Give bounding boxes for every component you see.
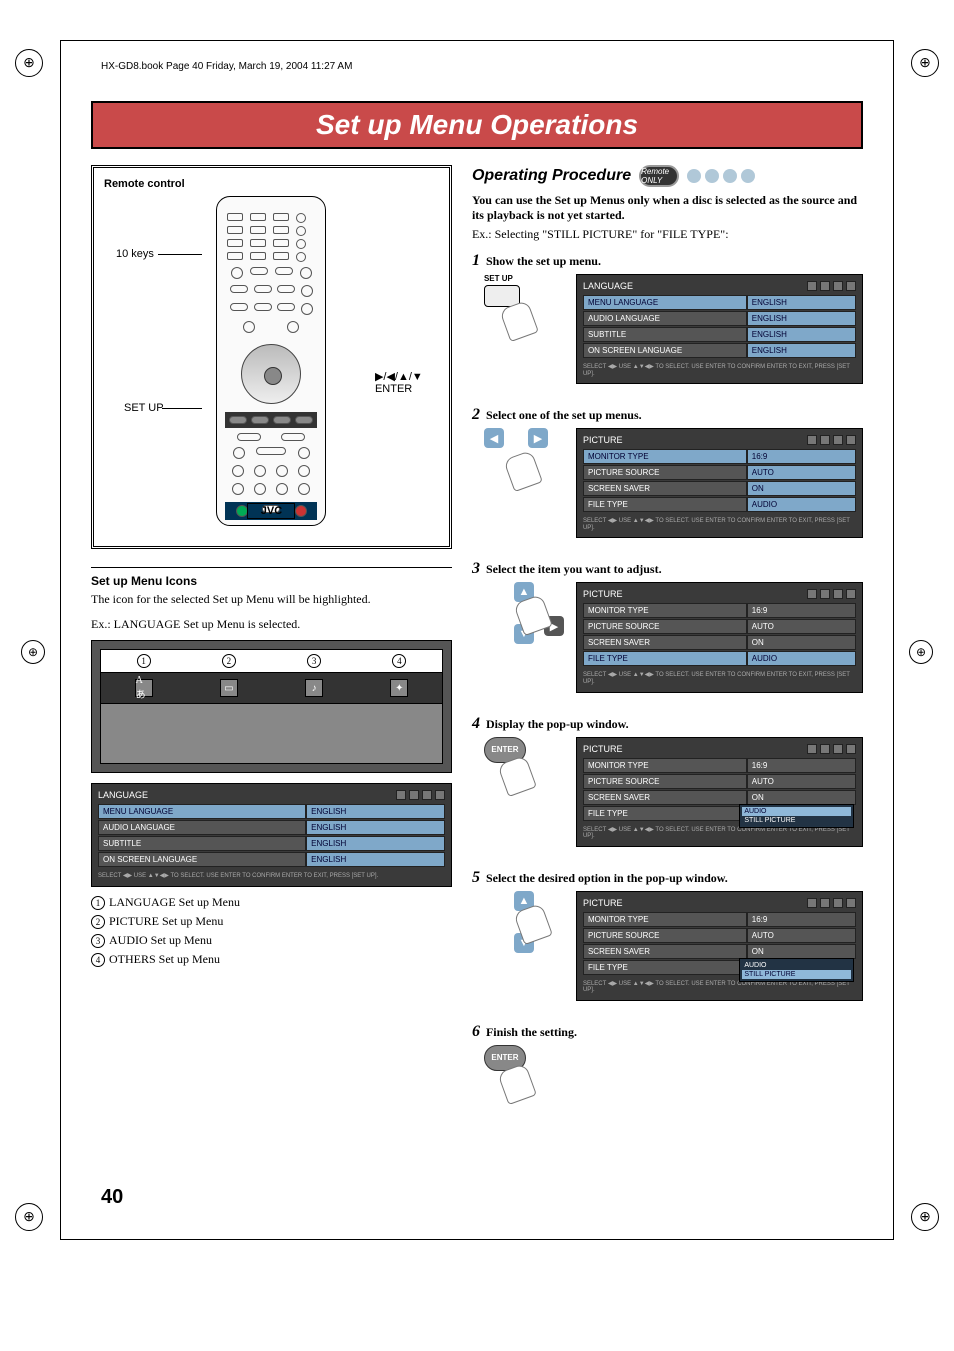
picture-menu-icon	[409, 790, 419, 800]
osd-row-value: ENGLISH	[306, 820, 445, 835]
crop-mark-icon	[21, 640, 45, 664]
intro-text: You can use the Set up Menus only when a…	[472, 193, 863, 223]
left-column: Remote control 10 keys SET UP ▶/◀/▲/▼ EN…	[91, 165, 452, 1129]
press-left-right-diagram: ◀ ▶	[484, 428, 564, 498]
step-title: Display the pop-up window.	[486, 717, 629, 732]
operating-procedure-heading: Operating Procedure	[472, 167, 631, 185]
list-item: 2PICTURE Set up Menu	[91, 914, 452, 929]
press-setup-diagram: SET UP	[484, 274, 564, 344]
press-enter-diagram: ENTER	[484, 1045, 564, 1115]
step-1: 1 Show the set up menu. SET UP LANGUAGE	[472, 252, 863, 392]
list-item: 3AUDIO Set up Menu	[91, 933, 452, 948]
remote-label-setup: SET UP	[124, 402, 164, 414]
step-3: 3 Select the item you want to adjust. ▲ …	[472, 560, 863, 700]
right-column: Operating Procedure Remote ONLY You can …	[472, 165, 863, 1129]
others-menu-icon: ✦	[390, 679, 408, 697]
leader-line	[162, 408, 202, 409]
crop-mark-icon	[15, 1203, 43, 1231]
page-frame: HX-GD8.book Page 40 Friday, March 19, 20…	[60, 40, 894, 1240]
audio-menu-icon: ♪	[305, 679, 323, 697]
step-title: Show the set up menu.	[486, 254, 601, 269]
others-menu-icon	[435, 790, 445, 800]
osd-picture-panel: PICTURE MONITOR TYPE16:9 PICTURE SOURCEA…	[576, 428, 863, 538]
icons-panel: 1 2 3 4 Aあ ▭ ♪ ✦	[91, 640, 452, 773]
osd-popup: AUDIO STILL PICTURE	[739, 804, 854, 828]
chapter-banner: Set up Menu Operations	[91, 101, 863, 149]
decorative-dots	[687, 169, 755, 183]
osd-row-label: ON SCREEN LANGUAGE	[98, 852, 306, 867]
step-number: 4	[472, 715, 480, 733]
osd-row-value: ENGLISH	[306, 852, 445, 867]
osd-row-label: SUBTITLE	[98, 836, 306, 851]
leader-line	[158, 254, 202, 255]
osd-picture-panel-popup: PICTURE MONITOR TYPE16:9 PICTURE SOURCEA…	[576, 891, 863, 1001]
intro-example: Ex.: Selecting "STILL PICTURE" for "FILE…	[472, 227, 863, 242]
remote-illustration-box: Remote control 10 keys SET UP ▶/◀/▲/▼ EN…	[91, 165, 452, 549]
step-5: 5 Select the desired option in the pop-u…	[472, 869, 863, 1009]
brand-logo: JVC	[247, 503, 295, 519]
osd-row-value: ENGLISH	[306, 836, 445, 851]
crop-mark-icon	[911, 49, 939, 77]
crop-mark-icon	[911, 1203, 939, 1231]
book-header: HX-GD8.book Page 40 Friday, March 19, 20…	[101, 61, 352, 72]
osd-language-panel: LANGUAGE MENU LANGUAGEENGLISH AUDIO LANG…	[91, 783, 452, 887]
osd-row-label: AUDIO LANGUAGE	[98, 820, 306, 835]
step-number: 1	[472, 252, 480, 270]
crop-mark-icon	[909, 640, 933, 664]
crop-mark-icon	[15, 49, 43, 77]
step-number: 3	[472, 560, 480, 578]
list-item: 1LANGUAGE Set up Menu	[91, 895, 452, 910]
icons-section-desc: The icon for the selected Set up Menu wi…	[91, 592, 452, 607]
arrow-left-icon: ◀	[484, 428, 504, 448]
step-4: 4 Display the pop-up window. ENTER PICTU…	[472, 715, 863, 855]
osd-picture-panel-popup: PICTURE MONITOR TYPE16:9 PICTURE SOURCEA…	[576, 737, 863, 847]
step-2: 2 Select one of the set up menus. ◀ ▶	[472, 406, 863, 546]
step-title: Select one of the set up menus.	[486, 408, 642, 423]
osd-language-panel: LANGUAGE MENU LANGUAGEENGLISH AUDIO LANG…	[576, 274, 863, 384]
icons-section-example: Ex.: LANGUAGE Set up Menu is selected.	[91, 617, 452, 632]
language-menu-icon	[396, 790, 406, 800]
chapter-title: Set up Menu Operations	[316, 109, 638, 140]
list-item: 4OTHERS Set up Menu	[91, 952, 452, 967]
osd-title: LANGUAGE	[98, 790, 148, 800]
audio-menu-icon	[422, 790, 432, 800]
finger-icon	[503, 450, 543, 492]
button-label: SET UP	[484, 274, 564, 283]
press-up-down-then-right-diagram: ▲ ▼ ▶	[484, 582, 564, 652]
step-number: 2	[472, 406, 480, 424]
press-enter-diagram: ENTER	[484, 737, 564, 807]
step-number: 5	[472, 869, 480, 887]
step-title: Finish the setting.	[486, 1025, 577, 1040]
remote-label-10keys: 10 keys	[116, 248, 154, 260]
remote-title: Remote control	[104, 178, 439, 190]
dpad-icon	[241, 344, 301, 404]
step-title: Select the item you want to adjust.	[486, 562, 662, 577]
icon-index: 3	[307, 654, 321, 668]
step-6: 6 Finish the setting. ENTER	[472, 1023, 863, 1115]
osd-picture-panel: PICTURE MONITOR TYPE16:9 PICTURE SOURCEA…	[576, 582, 863, 692]
page-number: 40	[101, 1186, 123, 1209]
arrow-right-icon: ▶	[528, 428, 548, 448]
picture-menu-icon: ▭	[220, 679, 238, 697]
step-number: 6	[472, 1023, 480, 1041]
remote-label-enter: ▶/◀/▲/▼ ENTER	[375, 370, 437, 395]
osd-popup: AUDIO STILL PICTURE	[739, 958, 854, 982]
icon-index: 2	[222, 654, 236, 668]
osd-row-value: ENGLISH	[306, 804, 445, 819]
osd-row-label: MENU LANGUAGE	[98, 804, 306, 819]
icons-section-heading: Set up Menu Icons	[91, 567, 452, 588]
icon-index: 4	[392, 654, 406, 668]
remote-shape: JVC	[216, 196, 326, 526]
press-up-down-diagram: ▲ ▼	[484, 891, 564, 961]
icons-legend-list: 1LANGUAGE Set up Menu 2PICTURE Set up Me…	[91, 895, 452, 967]
icon-index: 1	[137, 654, 151, 668]
step-title: Select the desired option in the pop-up …	[486, 871, 728, 886]
osd-hint: SELECT ◀▶ USE ▲▼◀▶ TO SELECT. USE ENTER …	[98, 873, 445, 880]
remote-only-badge: Remote ONLY	[639, 165, 679, 187]
language-menu-icon: Aあ	[135, 679, 153, 697]
